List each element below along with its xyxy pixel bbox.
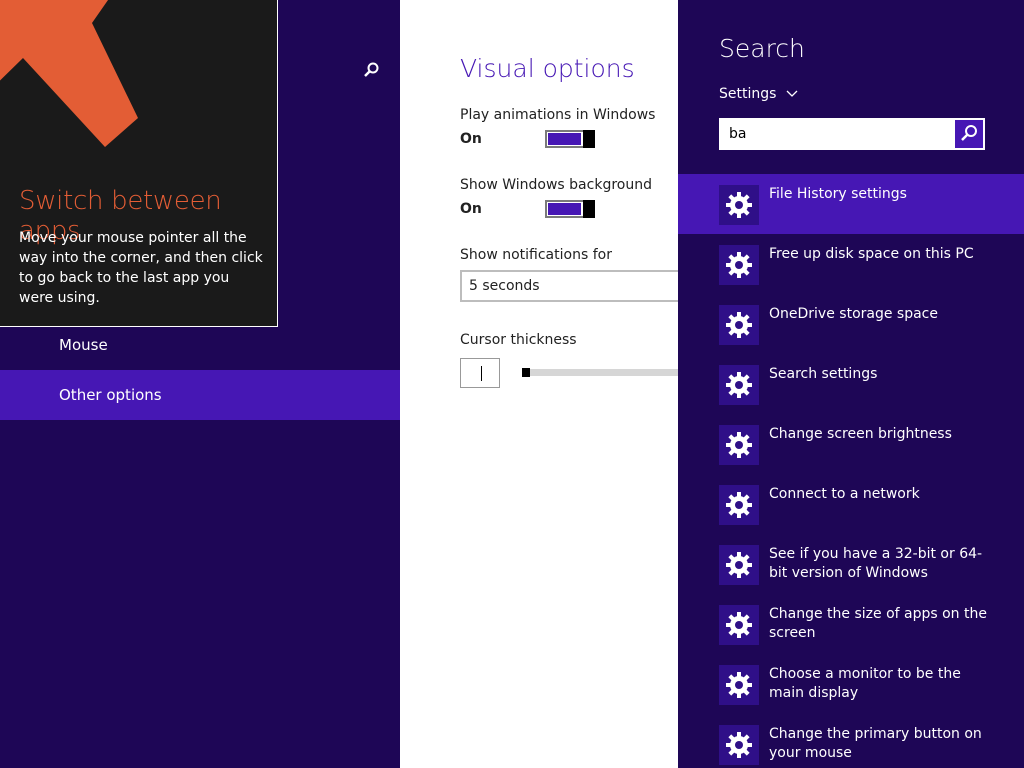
search-result[interactable]: Choose a monitor to be the main display [678,654,1024,714]
settings-gear-icon [719,185,759,225]
search-result-label: Choose a monitor to be the main display [769,666,961,701]
cursor-thickness-slider[interactable] [522,369,678,376]
search-box [719,118,985,150]
search-result[interactable]: Change the primary button on your mouse [678,714,1024,768]
search-result-label: File History settings [769,186,907,202]
tip-body: Move your mouse pointer all the way into… [19,230,263,306]
cursor-preview [460,358,500,388]
background-label: Show Windows background [460,177,652,193]
notifications-select[interactable]: 5 seconds [460,270,678,302]
search-result-label: Change screen brightness [769,426,952,442]
settings-gear-icon [719,425,759,465]
search-result[interactable]: Change the size of apps on the screen [678,594,1024,654]
search-icon [955,125,983,152]
search-result[interactable]: Free up disk space on this PC [678,234,1024,294]
settings-gear-icon [719,485,759,525]
search-result[interactable]: Change screen brightness [678,414,1024,474]
search-result[interactable]: Connect to a network [678,474,1024,534]
search-button[interactable] [955,120,983,148]
settings-gear-icon [719,725,759,765]
background-toggle[interactable] [545,200,595,218]
animations-toggle[interactable] [545,130,595,148]
search-icon[interactable] [362,60,382,80]
settings-gear-icon [719,365,759,405]
cursor-thickness-slider-thumb[interactable] [522,368,530,377]
nav-item-other-options[interactable]: Other options [0,370,400,420]
settings-gear-icon [719,245,759,285]
animations-state: On [460,131,482,147]
search-result-label: Free up disk space on this PC [769,246,974,262]
search-result[interactable]: See if you have a 32-bit or 64-bit versi… [678,534,1024,594]
search-result-label: See if you have a 32-bit or 64-bit versi… [769,546,983,581]
search-result-label: Change the primary button on your mouse [769,726,982,761]
search-result-label: Change the size of apps on the screen [769,606,987,641]
search-result[interactable]: Search settings [678,354,1024,414]
search-scope-label: Settings [719,86,777,102]
settings-gear-icon [719,605,759,645]
settings-gear-icon [719,545,759,585]
switch-apps-tip[interactable]: Switch between apps Move your mouse poin… [0,0,278,327]
chevron-down-icon [786,86,798,102]
search-charm: Search Settings File History settings Fr… [678,0,1024,768]
page-title: Visual options [460,54,635,83]
search-scope-dropdown[interactable]: Settings [719,86,798,102]
background-state: On [460,201,482,217]
cursor-thickness-label: Cursor thickness [460,332,577,348]
settings-nav-pane: Mouse Other options Switch between apps … [0,0,400,768]
search-result-label: Search settings [769,366,878,382]
nav-item-mouse[interactable]: Mouse [0,320,400,370]
visual-options-pane: Visual options Play animations in Window… [400,0,678,768]
notifications-label: Show notifications for [460,247,612,263]
search-result[interactable]: OneDrive storage space [678,294,1024,354]
search-result-label: Connect to a network [769,486,920,502]
search-result[interactable]: File History settings [678,174,1024,234]
settings-gear-icon [719,305,759,345]
search-result-label: OneDrive storage space [769,306,938,322]
search-title: Search [719,34,805,63]
animations-label: Play animations in Windows [460,107,656,123]
search-input[interactable] [721,120,953,148]
settings-gear-icon [719,665,759,705]
